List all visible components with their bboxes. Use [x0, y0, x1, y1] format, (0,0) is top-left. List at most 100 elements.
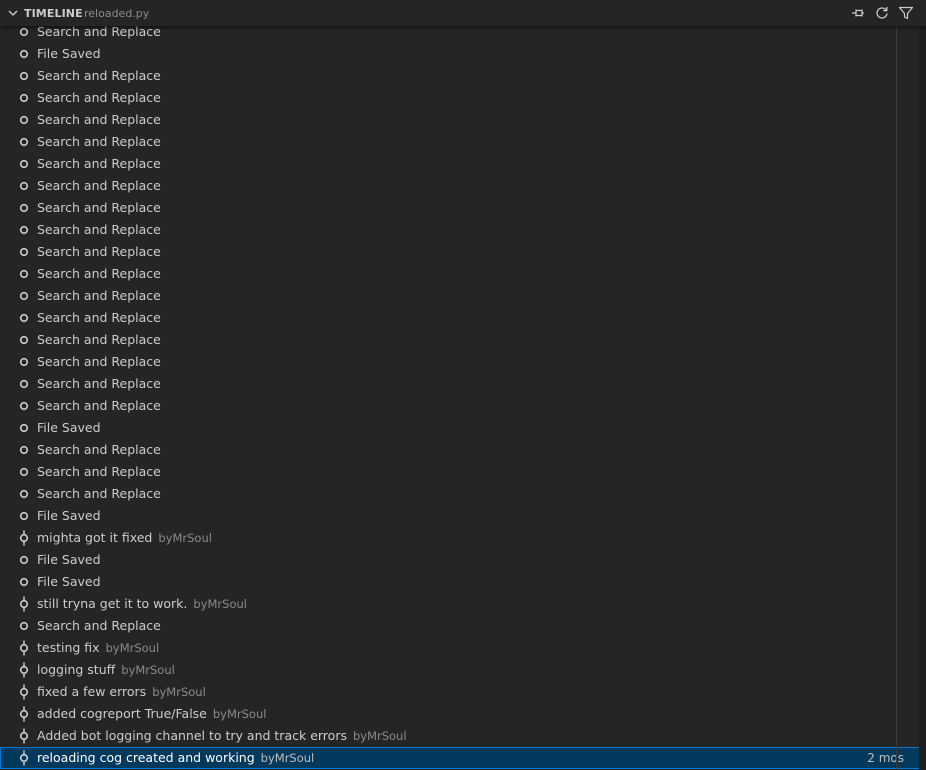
timeline-item-label: Search and Replace — [37, 615, 161, 637]
timeline-item-label: Search and Replace — [37, 395, 161, 417]
local-history-icon — [16, 288, 32, 304]
timeline-item-title: mighta got it fixed — [37, 530, 153, 545]
timeline-item[interactable]: Search and Replace — [0, 65, 920, 87]
timeline-item-author: byMrSoul — [193, 597, 247, 611]
timeline-item[interactable]: mighta got it fixed byMrSoul — [0, 527, 920, 549]
timeline-item-title: File Saved — [37, 46, 101, 61]
timeline-item-author: byMrSoul — [105, 641, 160, 655]
local-history-icon — [16, 24, 32, 40]
timeline-item-label: File Saved — [37, 43, 101, 65]
timeline-item[interactable]: fixed a few errors byMrSoul — [0, 681, 920, 703]
timeline-item[interactable]: still tryna get it to work. byMrSoul — [0, 593, 920, 615]
local-history-icon — [16, 222, 32, 238]
timeline-item-title: Search and Replace — [37, 68, 161, 83]
timeline-item-title: Search and Replace — [37, 354, 161, 369]
timeline-item[interactable]: Search and Replace — [0, 329, 920, 351]
local-history-icon — [16, 134, 32, 150]
timeline-item-label: File Saved — [37, 549, 101, 571]
timeline-item[interactable]: reloading cog created and working byMrSou… — [0, 747, 920, 769]
timeline-item[interactable]: Search and Replace — [0, 87, 920, 109]
local-history-icon — [16, 486, 32, 502]
local-history-icon — [16, 552, 32, 568]
timeline-item-label: reloading cog created and working byMrSou… — [37, 747, 314, 769]
local-history-icon — [16, 200, 32, 216]
timeline-item-author: byMrSoul — [158, 531, 212, 545]
timeline-item-title: Search and Replace — [37, 618, 161, 633]
local-history-icon — [16, 442, 32, 458]
timeline-item-title: Search and Replace — [37, 464, 161, 479]
timeline-item-title: Search and Replace — [37, 24, 161, 39]
timeline-item-title: File Saved — [37, 552, 101, 567]
timeline-item-title: Search and Replace — [37, 332, 161, 347]
local-history-icon — [16, 46, 32, 62]
timeline-item[interactable]: Search and Replace — [0, 307, 920, 329]
git-commit-icon — [16, 684, 32, 700]
timeline-item[interactable]: testing fix byMrSoul — [0, 637, 920, 659]
timeline-item-label: fixed a few errors byMrSoul — [37, 681, 206, 703]
local-history-icon — [16, 398, 32, 414]
timeline-item[interactable]: Search and Replace — [0, 395, 920, 417]
timeline-item[interactable]: Search and Replace — [0, 461, 920, 483]
timeline-item[interactable]: Search and Replace — [0, 263, 920, 285]
timeline-item[interactable]: Search and Replace — [0, 439, 920, 461]
git-commit-icon — [16, 662, 32, 678]
timeline-item-title: Search and Replace — [37, 486, 161, 501]
timeline-item-author: byMrSoul — [121, 663, 175, 677]
timeline-item-label: still tryna get it to work. byMrSoul — [37, 593, 247, 615]
timeline-item-label: Search and Replace — [37, 439, 161, 461]
timeline-item[interactable]: File Saved — [0, 549, 920, 571]
timeline-item-author: byMrSoul — [152, 685, 206, 699]
chevron-down-icon[interactable] — [7, 7, 19, 19]
filter-icon[interactable] — [898, 5, 914, 21]
timeline-item[interactable]: Search and Replace — [0, 483, 920, 505]
timeline-item[interactable]: File Saved — [0, 43, 920, 65]
timeline-item[interactable]: Search and Replace — [0, 197, 920, 219]
timeline-item-label: Search and Replace — [37, 219, 161, 241]
local-history-icon — [16, 156, 32, 172]
panel-edge — [919, 0, 926, 770]
timeline-item[interactable]: logging stuff byMrSoul — [0, 659, 920, 681]
timeline-header[interactable]: TIMELINE reloaded.py — [0, 0, 926, 26]
git-commit-icon — [16, 706, 32, 722]
pin-icon[interactable] — [850, 5, 866, 21]
timeline-item-author: byMrSoul — [260, 751, 315, 765]
timeline-item-label: Search and Replace — [37, 197, 161, 219]
timeline-item-title: Search and Replace — [37, 200, 161, 215]
local-history-icon — [16, 90, 32, 106]
git-commit-icon — [16, 596, 32, 612]
timeline-item-title: Search and Replace — [37, 244, 161, 259]
timeline-item-title: Search and Replace — [37, 266, 161, 281]
timeline-item[interactable]: Search and Replace — [0, 219, 920, 241]
timeline-item[interactable]: Search and Replace — [0, 285, 920, 307]
local-history-icon — [16, 332, 32, 348]
timeline-item[interactable]: Search and Replace — [0, 131, 920, 153]
local-history-icon — [16, 68, 32, 84]
timeline-item[interactable]: added cogreport True/False byMrSoul — [0, 703, 920, 725]
timeline-item-title: Added bot logging channel to try and tra… — [37, 728, 347, 743]
timeline-item-label: testing fix byMrSoul — [37, 637, 159, 659]
git-commit-icon — [16, 530, 32, 546]
timeline-item-title: fixed a few errors — [37, 684, 147, 699]
timeline-item[interactable]: Search and Replace — [0, 153, 920, 175]
timeline-item[interactable]: Search and Replace — [0, 175, 920, 197]
local-history-icon — [16, 508, 32, 524]
timeline-item[interactable]: File Saved — [0, 571, 920, 593]
timeline-item-title: Search and Replace — [37, 112, 161, 127]
timeline-item[interactable]: Added bot logging channel to try and tra… — [0, 725, 920, 747]
timeline-item-label: File Saved — [37, 505, 101, 527]
timeline-item-title: still tryna get it to work. — [37, 596, 188, 611]
timeline-item[interactable]: File Saved — [0, 505, 920, 527]
refresh-icon[interactable] — [874, 5, 890, 21]
timeline-item[interactable]: Search and Replace — [0, 241, 920, 263]
timeline-item-label: Search and Replace — [37, 351, 161, 373]
timeline-item[interactable]: Search and Replace — [0, 351, 920, 373]
timeline-item[interactable]: Search and Replace — [0, 373, 920, 395]
timeline-item-label: Search and Replace — [37, 483, 161, 505]
file-name: reloaded.py — [84, 7, 150, 20]
timeline-list[interactable]: Search and Replace File Saved Search and R… — [0, 21, 926, 770]
timeline-item[interactable]: Search and Replace — [0, 109, 920, 131]
timeline-item-label: logging stuff byMrSoul — [37, 659, 175, 681]
timeline-item[interactable]: File Saved — [0, 417, 920, 439]
timeline-item[interactable]: Search and Replace — [0, 615, 920, 637]
timeline-item-title: File Saved — [37, 420, 101, 435]
